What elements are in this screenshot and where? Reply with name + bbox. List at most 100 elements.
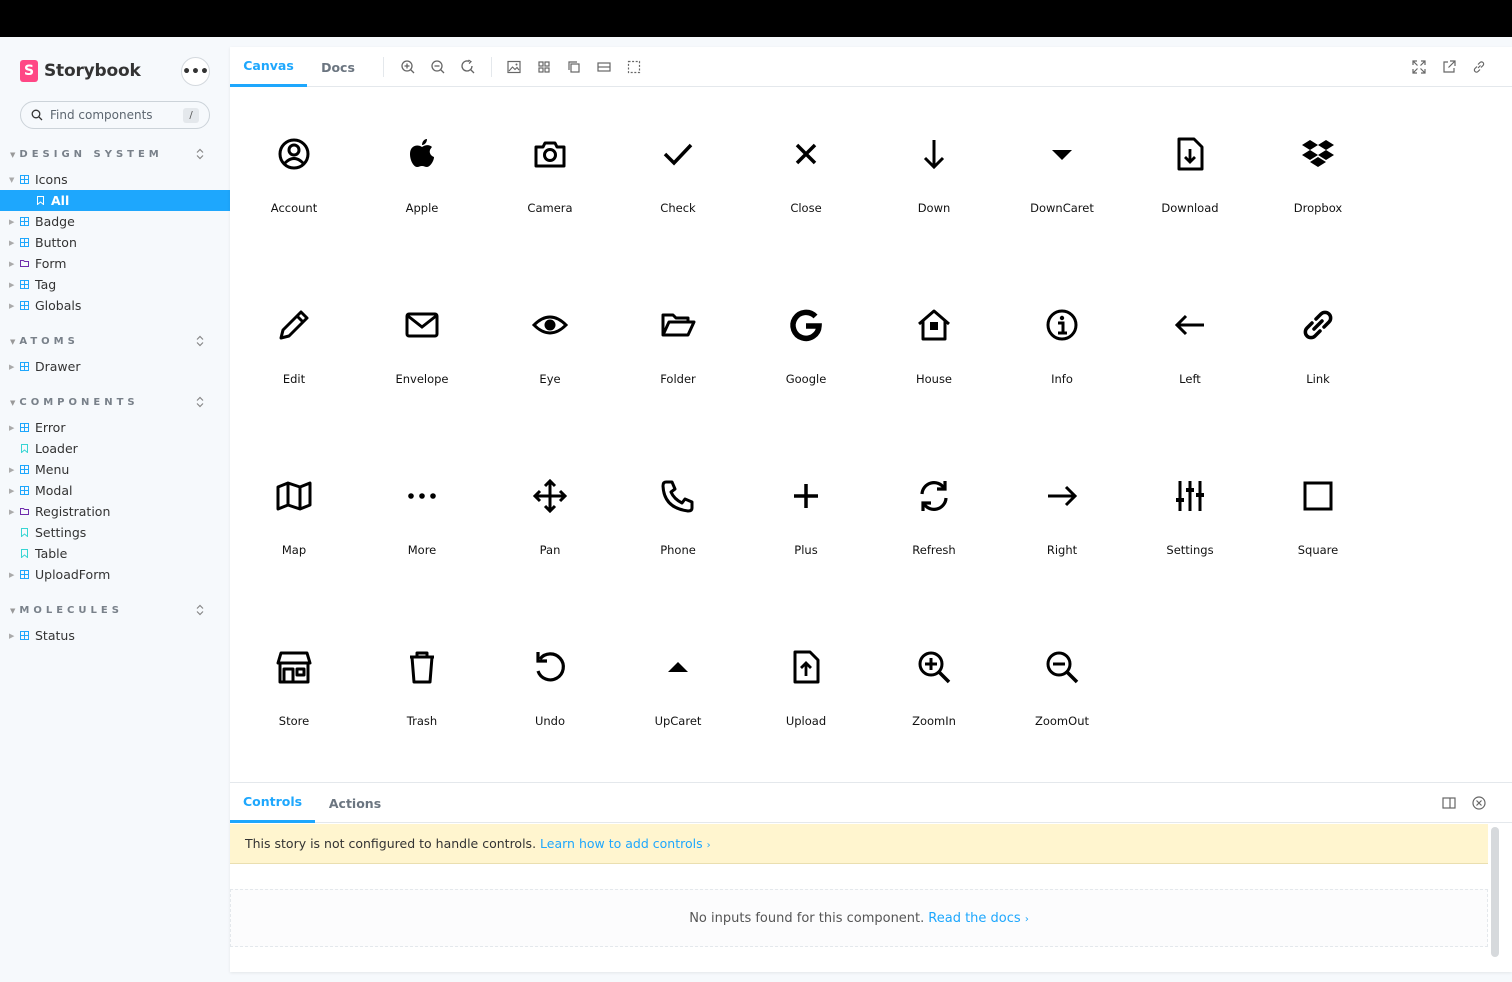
caret-down-icon: ▼: [10, 337, 16, 346]
edit-pencil-icon: [279, 310, 309, 340]
icon-cell-store: Store: [230, 601, 358, 741]
caret-down-icon: ▼: [10, 398, 16, 407]
sidebar-item-menu[interactable]: ▶ Menu: [0, 459, 230, 480]
search-input[interactable]: [50, 108, 170, 122]
sidebar-item-globals[interactable]: ▶ Globals: [0, 295, 230, 316]
refresh-icon: [920, 481, 948, 511]
controls-warning-banner: This story is not configured to handle c…: [230, 824, 1488, 864]
info-icon: [1046, 309, 1078, 341]
sidebar-item-form[interactable]: ▶ Form: [0, 253, 230, 274]
sidebar-item-error[interactable]: ▶ Error: [0, 417, 230, 438]
addons-scrollbar[interactable]: [1491, 827, 1499, 957]
close-panel-icon[interactable]: [1471, 795, 1487, 811]
caret-down-icon: ▼: [10, 150, 16, 159]
settings-sliders-icon: [1176, 481, 1204, 511]
icon-label: Apple: [405, 201, 439, 215]
zoom-in-icon[interactable]: [400, 59, 416, 75]
caret-down-icon: ▼: [10, 606, 16, 615]
empty-text: No inputs found for this component.: [689, 910, 925, 926]
no-inputs-message: No inputs found for this component. Read…: [230, 889, 1488, 947]
sidebar-item-drawer[interactable]: ▶ Drawer: [0, 356, 230, 377]
read-docs-link[interactable]: Read the docs ›: [928, 911, 1029, 926]
bookmark-icon: [21, 549, 28, 558]
caret-right-icon: ▶: [9, 570, 15, 579]
link-icon: [1303, 310, 1333, 340]
brand[interactable]: S Storybook: [20, 59, 141, 83]
sidebar-item-table[interactable]: Table: [0, 543, 230, 564]
icon-label: Trash: [406, 714, 438, 728]
undo-icon: [536, 652, 565, 682]
sidebar-item-badge[interactable]: ▶ Badge: [0, 211, 230, 232]
sidebar-item-modal[interactable]: ▶ Modal: [0, 480, 230, 501]
sidebar-item-loader[interactable]: Loader: [0, 438, 230, 459]
expand-collapse-icon[interactable]: [195, 148, 205, 160]
viewport-icon[interactable]: [566, 59, 582, 75]
store-icon: [276, 651, 312, 684]
icon-cell-close: Close: [742, 88, 870, 228]
icon-label: Undo: [534, 714, 566, 728]
tab-docs[interactable]: Docs: [307, 47, 369, 87]
expand-collapse-icon[interactable]: [195, 335, 205, 347]
sidebar-group-atoms[interactable]: ▼ ATOMS: [10, 336, 79, 347]
grid-icon[interactable]: [536, 59, 552, 75]
icon-label: Upload: [785, 714, 827, 728]
icon-label: Account: [270, 201, 318, 215]
map-icon: [276, 481, 312, 511]
folder-icon: [20, 508, 29, 515]
bookmark-icon: [21, 444, 28, 453]
background-image-icon[interactable]: [506, 59, 522, 75]
icon-label: Phone: [660, 543, 696, 557]
outline-icon[interactable]: [626, 59, 642, 75]
sidebar-item-status[interactable]: ▶ Status: [0, 625, 230, 646]
sidebar-group-molecules[interactable]: ▼ MOLECULES: [10, 605, 123, 616]
caret-right-icon: ▶: [9, 486, 15, 495]
phone-icon: [661, 480, 694, 513]
expand-collapse-icon[interactable]: [195, 604, 205, 616]
zoom-out-icon: [1046, 651, 1079, 684]
icon-cell-phone: Phone: [614, 430, 742, 570]
caret-right-icon: ▶: [9, 280, 15, 289]
icon-cell-account: Account: [230, 88, 358, 228]
ellipsis-icon: •••: [182, 63, 209, 80]
sidebar-item-all[interactable]: All: [0, 190, 230, 211]
eye-icon: [532, 315, 568, 335]
caret-right-icon: ▶: [9, 465, 15, 474]
tab-canvas[interactable]: Canvas: [230, 47, 307, 87]
zoom-reset-icon[interactable]: [460, 59, 476, 75]
icon-label: Map: [281, 543, 307, 557]
sidebar-group-design-system[interactable]: ▼ DESIGN SYSTEM: [10, 149, 163, 160]
download-file-icon: [1177, 137, 1204, 171]
icon-label: ZoomIn: [912, 714, 956, 728]
sidebar-item-uploadform[interactable]: ▶ UploadForm: [0, 564, 230, 585]
fullscreen-icon[interactable]: [1411, 59, 1427, 75]
sidebar-group-components[interactable]: ▼ COMPONENTS: [10, 397, 139, 408]
bookmark-icon: [37, 196, 44, 205]
icon-cell-link: Link: [1254, 259, 1382, 399]
expand-collapse-icon[interactable]: [195, 396, 205, 408]
caret-up-icon: [668, 662, 688, 672]
search-box[interactable]: /: [20, 101, 210, 129]
icon-cell-camera: Camera: [486, 88, 614, 228]
sidebar-item-button[interactable]: ▶ Button: [0, 232, 230, 253]
icon-label: Camera: [527, 201, 573, 215]
sidebar-menu-button[interactable]: •••: [181, 57, 210, 86]
learn-controls-link[interactable]: Learn how to add controls ›: [540, 836, 711, 851]
sidebar-item-icons[interactable]: ▼ Icons: [0, 169, 230, 190]
sidebar-item-registration[interactable]: ▶ Registration: [0, 501, 230, 522]
copy-link-icon[interactable]: [1471, 59, 1487, 75]
sidebar-item-settings[interactable]: Settings: [0, 522, 230, 543]
sidebar-item-tag[interactable]: ▶ Tag: [0, 274, 230, 295]
tab-controls[interactable]: Controls: [230, 783, 315, 823]
icon-cell-undo: Undo: [486, 601, 614, 741]
icon-label: Link: [1306, 372, 1330, 386]
tab-actions[interactable]: Actions: [315, 783, 395, 823]
zoom-out-icon[interactable]: [430, 59, 446, 75]
main-panel: Canvas Docs Account Apple Camera Check C…: [230, 47, 1512, 972]
addons-panel: Controls Actions This story is not confi…: [230, 782, 1512, 972]
measure-icon[interactable]: [596, 59, 612, 75]
open-new-tab-icon[interactable]: [1441, 59, 1457, 75]
storybook-app: S Storybook ••• / ▼DESIGN SYSTEM ▼Icons …: [0, 37, 1512, 982]
panel-orientation-icon[interactable]: [1441, 795, 1457, 811]
envelope-icon: [405, 312, 439, 338]
component-icon: [20, 570, 29, 579]
